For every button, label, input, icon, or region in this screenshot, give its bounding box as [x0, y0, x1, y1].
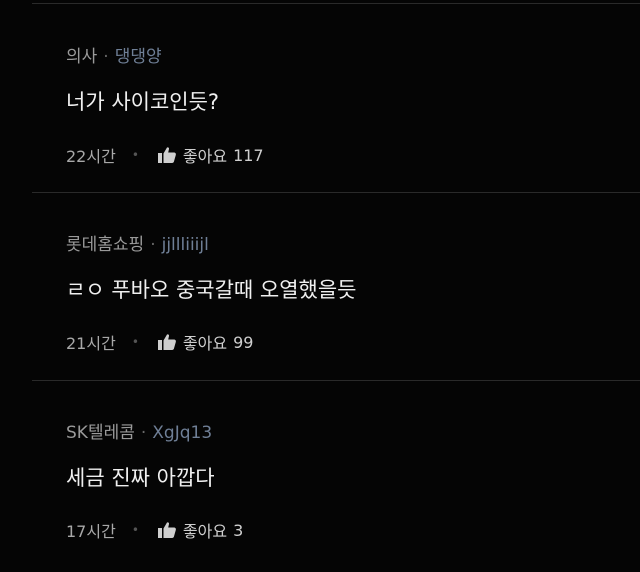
comment-time: 17시간: [66, 522, 116, 541]
thumbs-up-icon: [157, 522, 176, 538]
comment-item: 의사 · 댕댕양 너가 사이코인듯? 22시간 • 좋아요 117: [0, 0, 640, 193]
like-label: 좋아요: [182, 522, 228, 541]
comment-author[interactable]: 롯데홈쇼핑: [66, 235, 144, 255]
like-count: 99: [233, 332, 254, 352]
footer-separator: •: [131, 523, 139, 537]
like-button[interactable]: 좋아요 117: [157, 143, 264, 167]
comment-meta: SK텔레콤 · XgJq13: [66, 418, 212, 443]
comment-time: 22시간: [66, 147, 116, 166]
like-count: 3: [233, 520, 244, 540]
thumbs-up-icon: [157, 334, 176, 350]
like-button[interactable]: 좋아요 3: [157, 518, 243, 542]
thumbs-up-icon: [157, 147, 176, 163]
comment-author[interactable]: SK텔레콤: [66, 423, 135, 443]
comment-list: 의사 · 댕댕양 너가 사이코인듯? 22시간 • 좋아요 117 롯데홈쇼핑 · jj…: [0, 0, 640, 572]
comment-time: 21시간: [66, 334, 116, 353]
comment-footer: 22시간 • 좋아요 117: [66, 143, 264, 167]
comment-item: 롯데홈쇼핑 · jjllliiijl ㄹㅇ 푸바오 중국갈때 오열했을듯 21시간 …: [0, 188, 640, 381]
comment-handle[interactable]: XgJq13: [152, 423, 212, 443]
meta-separator: ·: [140, 423, 147, 443]
meta-separator: ·: [103, 47, 109, 67]
comment-author[interactable]: 의사: [66, 47, 97, 67]
like-button[interactable]: 좋아요 99: [157, 330, 254, 354]
like-count: 117: [233, 145, 264, 165]
meta-separator: ·: [150, 235, 156, 255]
like-label: 좋아요: [182, 147, 228, 166]
like-label: 좋아요: [182, 334, 228, 353]
footer-separator: •: [131, 148, 139, 162]
comment-meta: 롯데홈쇼핑 · jjllliiijl: [66, 230, 209, 255]
comment-text: ㄹㅇ 푸바오 중국갈때 오열했을듯: [66, 278, 357, 302]
footer-separator: •: [131, 335, 139, 349]
comment-handle[interactable]: jjllliiijl: [162, 235, 209, 255]
comment-handle[interactable]: 댕댕양: [115, 47, 162, 67]
comment-meta: 의사 · 댕댕양: [66, 42, 162, 67]
comment-footer: 17시간 • 좋아요 3: [66, 518, 243, 542]
comment-text: 너가 사이코인듯?: [66, 90, 220, 114]
comment-item: SK텔레콤 · XgJq13 세금 진짜 아깝다 17시간 • 좋아요 3: [0, 376, 640, 564]
comment-footer: 21시간 • 좋아요 99: [66, 330, 253, 354]
comment-text: 세금 진짜 아깝다: [66, 466, 215, 490]
